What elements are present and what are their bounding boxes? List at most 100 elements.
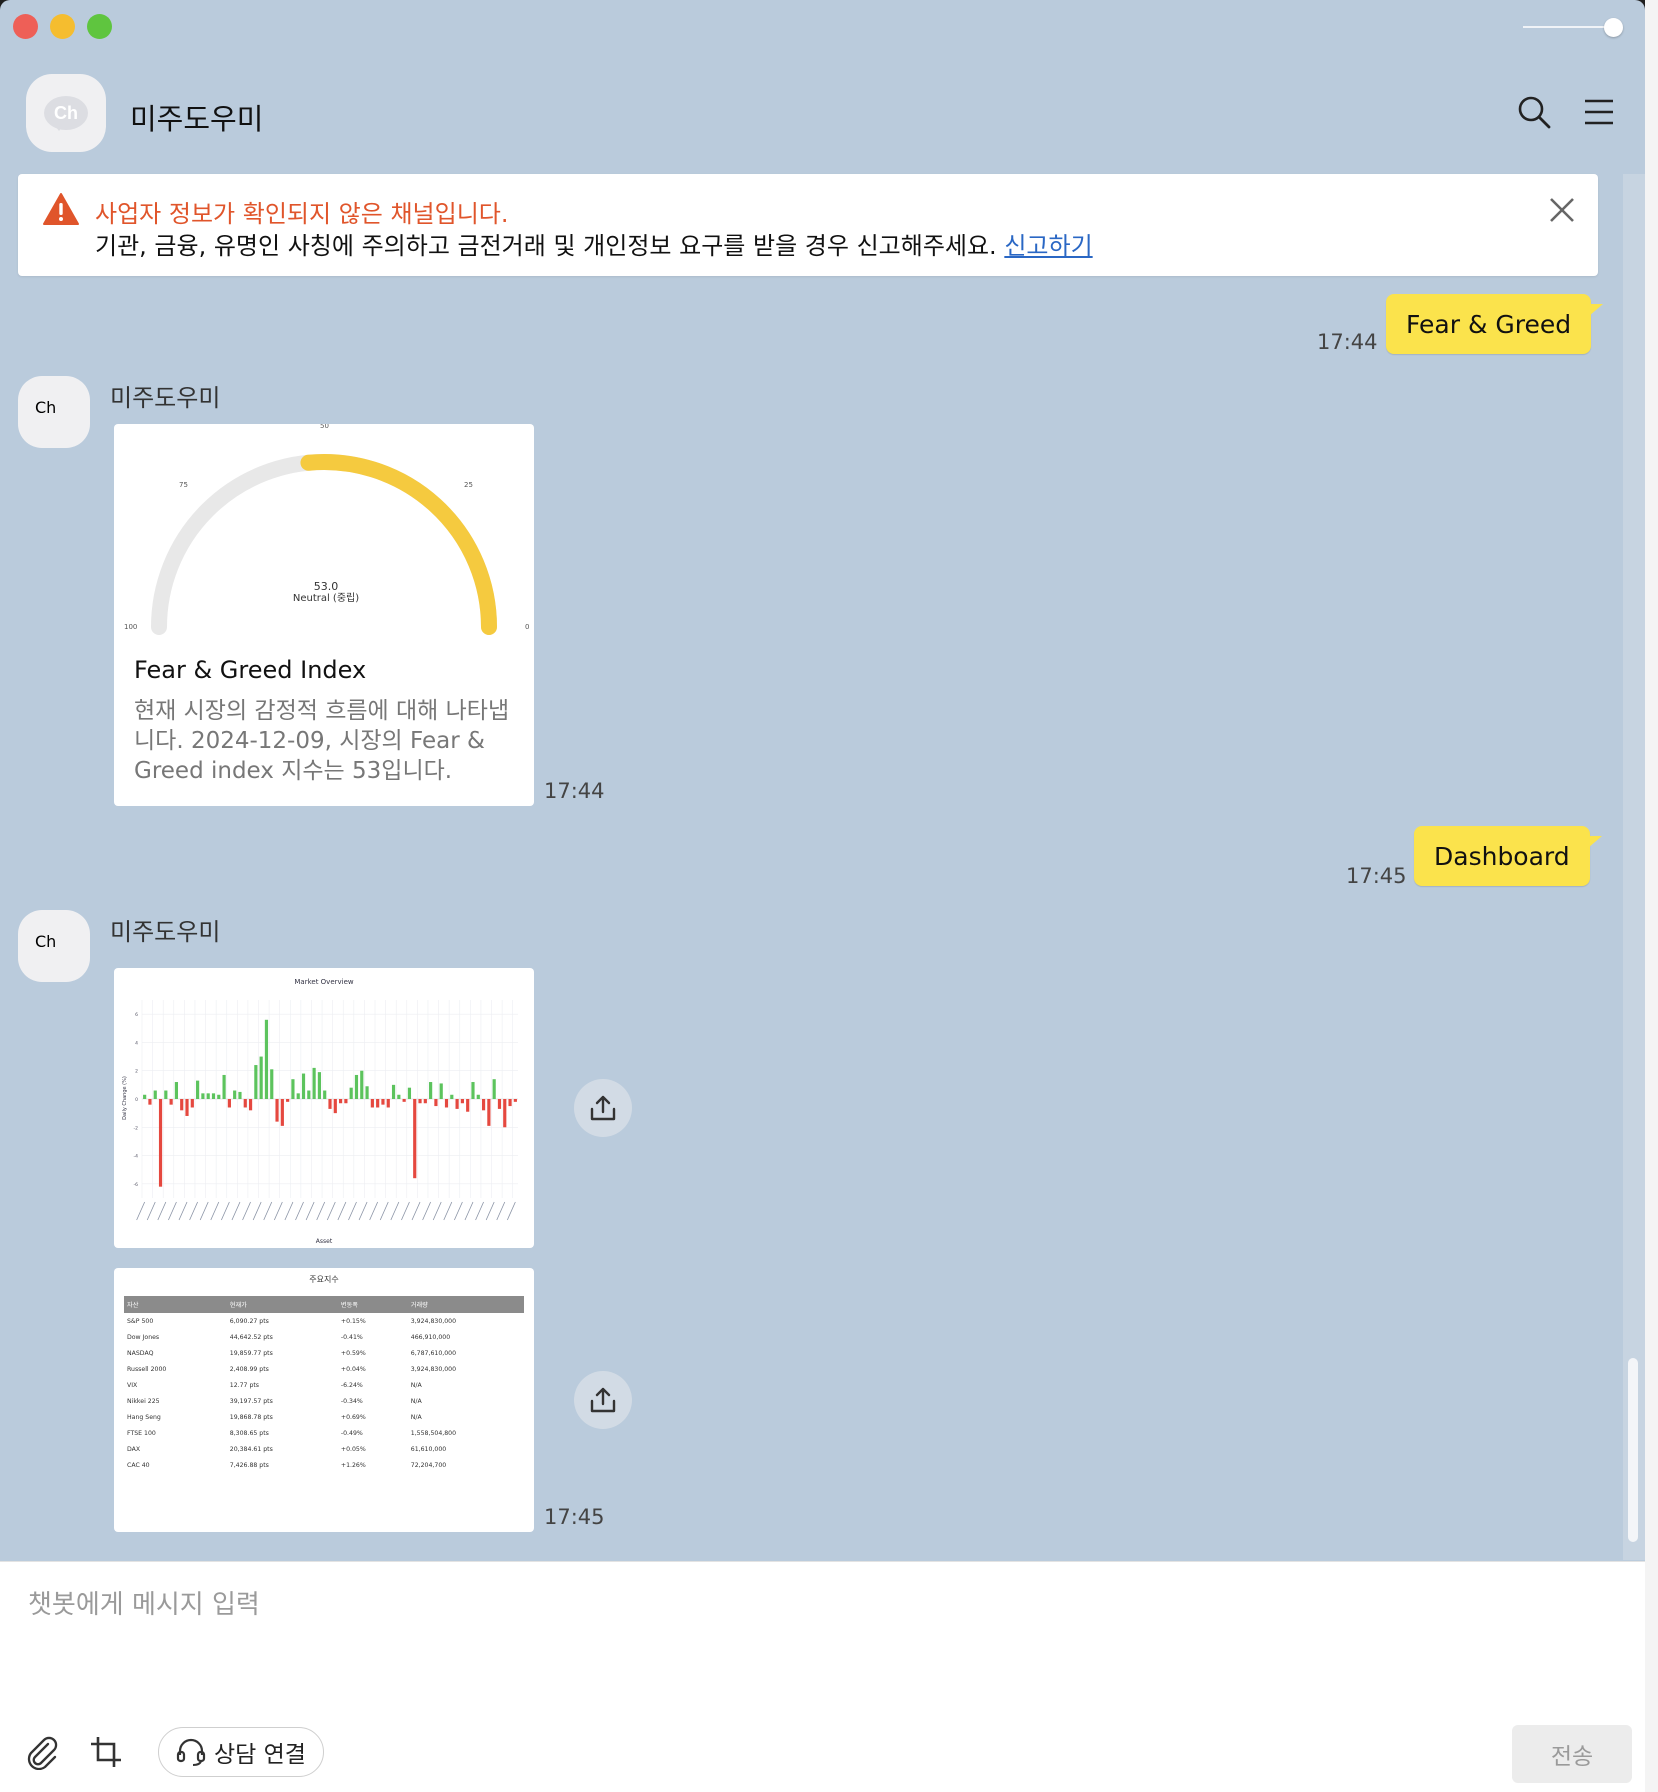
fear-greed-card[interactable]: 100 75 50 25 0 53.0 Neutral (중립) Fear & … — [114, 424, 534, 806]
chart-xtick-label — [401, 1201, 410, 1221]
table-cell: +0.15% — [340, 1317, 366, 1325]
channel-avatar[interactable]: Ch — [26, 74, 106, 152]
table-header-cell: 변동폭 — [337, 1296, 408, 1313]
table-cell: 6,787,610,000 — [410, 1349, 457, 1357]
table-cell: +0.05% — [340, 1445, 366, 1453]
major-indices-image[interactable]: 주요지수 자산 현재가 변동폭 거래량 S&P 500 6,090.27 pts +0.1… — [114, 1268, 534, 1532]
minimize-window-button[interactable] — [50, 14, 75, 39]
table-row: DAX 20,384.61 pts +0.05% 61,610,000 — [124, 1441, 524, 1457]
chart-bar — [513, 1099, 517, 1102]
scrollbar-thumb[interactable] — [1628, 1358, 1638, 1542]
table-row: VIX 12.77 pts -6.24% N/A — [124, 1377, 524, 1393]
report-link[interactable]: 신고하기 — [1004, 232, 1092, 260]
gauge-tick-100: 100 — [124, 623, 137, 631]
chart-xtick-label — [432, 1201, 442, 1221]
gauge-tick-25: 25 — [464, 481, 473, 489]
chart-bar — [296, 1093, 300, 1099]
chart-bar — [460, 1099, 464, 1104]
chart-bar — [450, 1094, 454, 1099]
table-cell: N/A — [410, 1397, 422, 1405]
table-cell: S&P 500 — [127, 1317, 154, 1325]
chart-ytick-label: -4 — [134, 1154, 139, 1160]
table-row: Dow Jones 44,642.52 pts -0.41% 466,910,000 — [124, 1329, 524, 1345]
chart-bar — [503, 1099, 507, 1128]
chart-bar — [217, 1094, 221, 1099]
chart-bar — [376, 1099, 380, 1108]
bot-sender-name: 미주도우미 — [110, 918, 221, 946]
share-icon — [590, 1095, 616, 1121]
chart-bar — [254, 1065, 258, 1099]
table-header-row: 자산 현재가 변동폭 거래량 — [124, 1296, 524, 1313]
chart-bar — [280, 1099, 284, 1126]
market-overview-image[interactable]: Market Overview Asset Daily Change (%) 6… — [114, 968, 534, 1248]
chart-bar — [434, 1099, 438, 1107]
table-cell: 20,384.61 pts — [229, 1445, 273, 1453]
chart-ytick-label: -6 — [134, 1182, 139, 1188]
chart-xtick-label — [168, 1201, 177, 1221]
chart-bar — [508, 1099, 512, 1107]
share-button[interactable] — [574, 1371, 632, 1429]
chart-bar — [381, 1099, 385, 1105]
chart-bar — [180, 1099, 184, 1111]
chart-bar — [413, 1099, 417, 1179]
chart-bar — [238, 1091, 242, 1099]
user-message-bubble[interactable]: Dashboard — [1414, 826, 1602, 886]
gauge-label: Neutral (중립) — [293, 591, 359, 604]
chart-bars — [143, 1019, 517, 1187]
user-message-bubble[interactable]: Fear & Greed — [1386, 294, 1604, 354]
message-input[interactable]: 챗봇에게 메시지 입력 — [28, 1584, 260, 1621]
table-cell: FTSE 100 — [127, 1429, 156, 1437]
table-row: FTSE 100 8,308.65 pts -0.49% 1,558,504,800 — [124, 1425, 524, 1441]
table-header-cell: 자산 — [124, 1296, 227, 1313]
hamburger-menu-icon[interactable] — [1579, 92, 1619, 132]
zoom-window-button[interactable] — [87, 14, 112, 39]
table-cell: -6.24% — [340, 1381, 363, 1389]
close-icon[interactable] — [1548, 196, 1576, 228]
chart-bar — [201, 1093, 205, 1099]
table-cell: 466,910,000 — [410, 1333, 451, 1341]
table-cell: NASDAQ — [127, 1349, 154, 1357]
chart-xtick-label — [199, 1201, 209, 1221]
notice-body-text: 기관, 금융, 유명인 사칭에 주의하고 금전거래 및 개인정보 요구를 받을 … — [95, 232, 997, 260]
table-cell: 39,197.57 pts — [229, 1397, 273, 1405]
fear-greed-gauge: 100 75 50 25 0 53.0 Neutral (중립) — [124, 424, 529, 635]
bot-avatar[interactable]: Ch — [18, 376, 90, 448]
chart-bar — [407, 1087, 412, 1099]
chart-bar — [264, 1019, 269, 1099]
chart-bar — [455, 1099, 459, 1109]
chart-xtick-label — [273, 1201, 283, 1221]
slider-knob[interactable] — [1604, 18, 1623, 37]
channel-title: 미주도우미 — [130, 102, 264, 136]
close-window-button[interactable] — [13, 14, 38, 39]
message-time: 17:45 — [544, 1505, 605, 1529]
connect-counselor-button[interactable]: 상담 연결 — [158, 1727, 324, 1777]
send-button[interactable]: 전송 — [1512, 1725, 1632, 1783]
opacity-slider[interactable] — [1523, 18, 1623, 37]
bot-avatar[interactable]: Ch — [18, 910, 90, 982]
chart-xtick-label — [464, 1201, 474, 1221]
chart-bar — [333, 1099, 337, 1114]
chart-xtick-label — [369, 1201, 379, 1221]
table-cell: +1.26% — [340, 1461, 366, 1469]
share-button[interactable] — [574, 1079, 632, 1137]
table-cell: -0.34% — [340, 1397, 363, 1405]
chart-xtick-label — [379, 1201, 389, 1221]
chart-bar — [487, 1099, 491, 1126]
table-cell: 44,642.52 pts — [229, 1333, 273, 1341]
search-icon[interactable] — [1514, 92, 1554, 132]
chart-bar — [185, 1099, 189, 1116]
chart-bar — [286, 1099, 290, 1102]
chart-bar — [466, 1099, 470, 1112]
table-cell: -0.41% — [340, 1333, 363, 1341]
gauge-tick-75: 75 — [179, 481, 188, 489]
chart-bar — [275, 1099, 279, 1122]
table-cell: N/A — [410, 1381, 422, 1389]
gauge-tick-0: 0 — [525, 623, 529, 631]
attachment-icon[interactable] — [22, 1732, 62, 1772]
chart-xtick-label — [506, 1201, 516, 1221]
chart-bar — [291, 1079, 295, 1099]
chat-scrollbar[interactable] — [1623, 174, 1645, 1560]
chart-xtick-label — [443, 1201, 453, 1221]
table-body: S&P 500 6,090.27 pts +0.15% 3,924,830,000 Do… — [124, 1313, 524, 1473]
crop-screenshot-icon[interactable] — [86, 1732, 126, 1772]
